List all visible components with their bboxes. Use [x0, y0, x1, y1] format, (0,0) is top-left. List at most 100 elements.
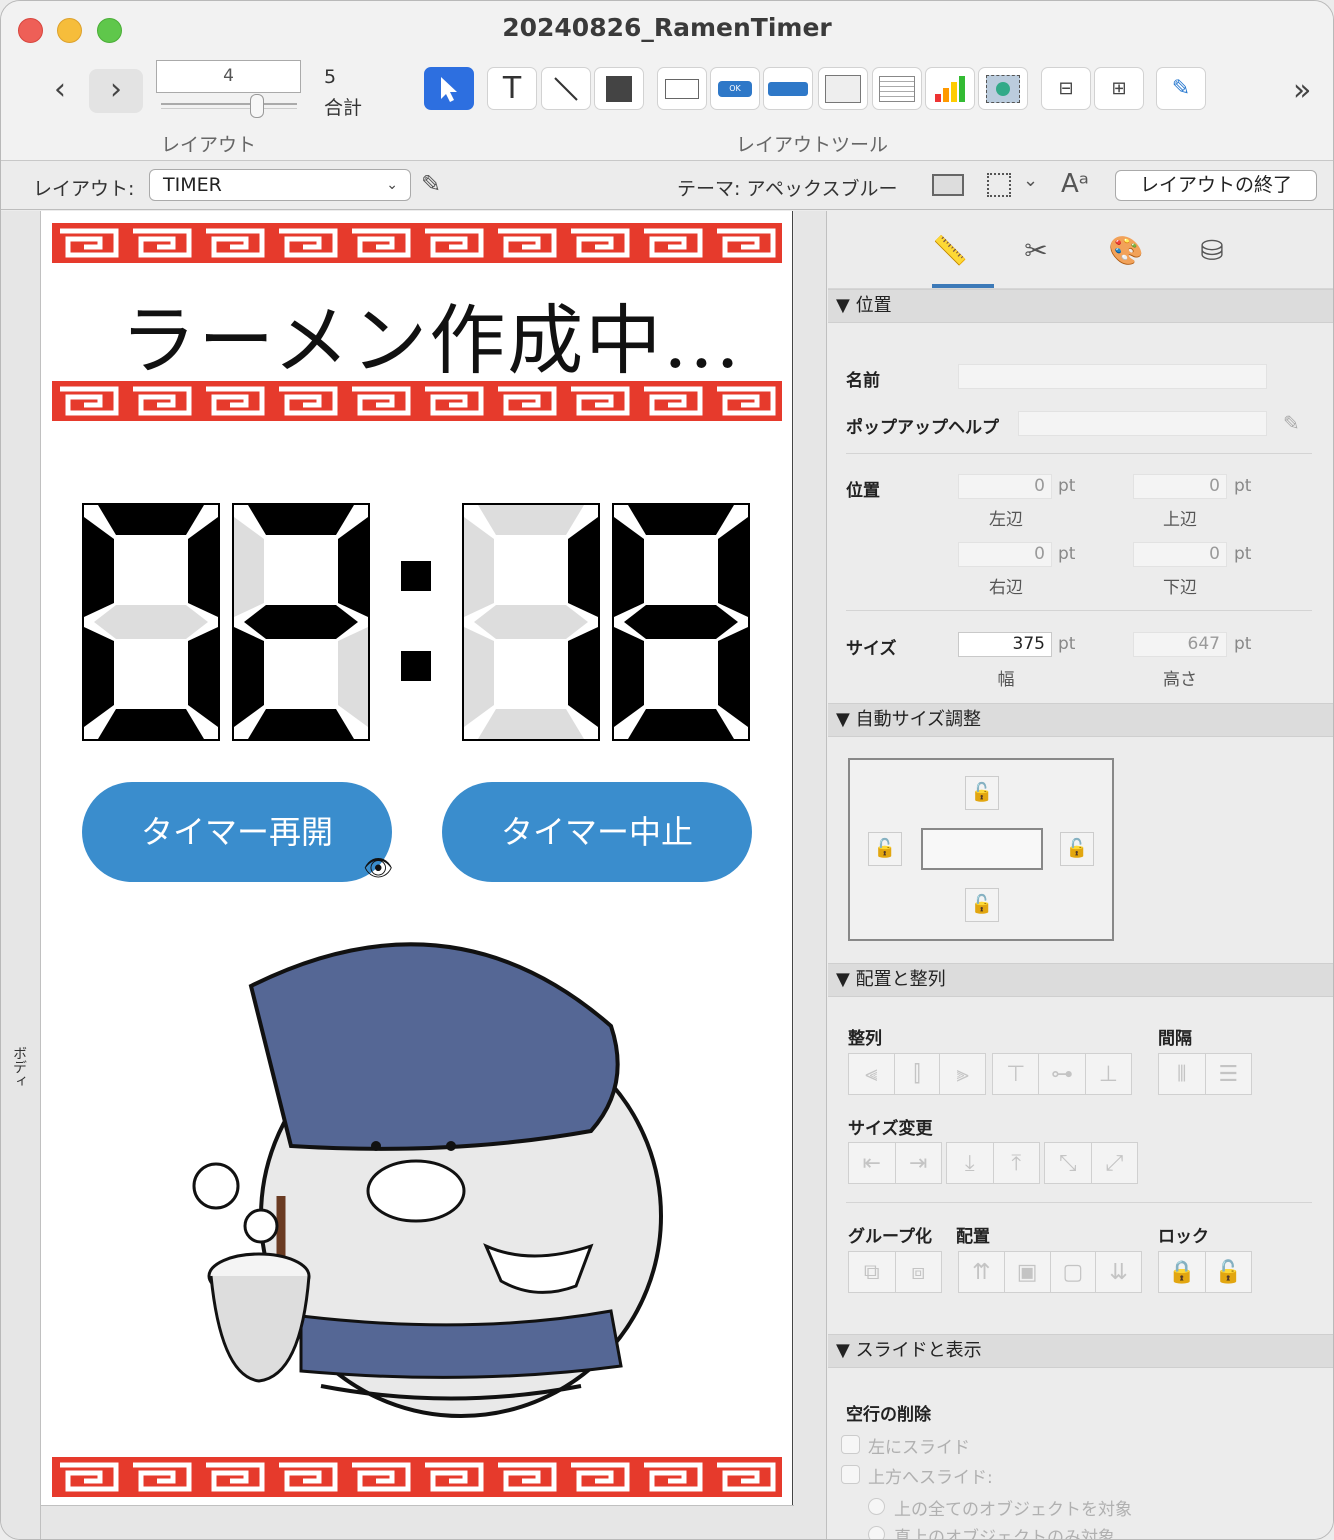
lock-icon[interactable]: 🔒: [1159, 1252, 1206, 1292]
record-number-field[interactable]: 4: [156, 60, 301, 93]
autosize-section-header[interactable]: ▼ 自動サイズ調整: [828, 703, 1333, 737]
exit-layout-button[interactable]: レイアウトの終了: [1115, 170, 1317, 201]
arrange-section-header[interactable]: ▼ 配置と整列: [828, 963, 1333, 997]
align-top-button[interactable]: ⊤: [993, 1054, 1040, 1094]
slide-all-radio[interactable]: [868, 1498, 885, 1515]
ramen-heading[interactable]: ラーメン作成中...: [91, 279, 771, 389]
resize-smallest-height-button[interactable]: ⤓: [947, 1143, 994, 1183]
height-field[interactable]: 647: [1133, 632, 1227, 657]
timer-digit-3[interactable]: [462, 503, 600, 741]
button-bar-tool[interactable]: [763, 67, 813, 110]
layout-canvas[interactable]: ラーメン作成中... タイマー再開 👁 タイマー中止: [41, 211, 793, 1505]
web-viewer-tool[interactable]: [978, 67, 1028, 110]
right-field[interactable]: 0: [958, 542, 1052, 567]
record-slider-knob[interactable]: [250, 94, 264, 118]
field-tool[interactable]: [657, 67, 707, 110]
record-slider-track[interactable]: [161, 103, 297, 109]
anchor-right-toggle[interactable]: 🔓: [1060, 832, 1094, 866]
ungroup-button[interactable]: ⧈: [896, 1252, 942, 1292]
chart-tool[interactable]: [925, 67, 975, 110]
resize-largest-width-button[interactable]: ⇥: [896, 1143, 942, 1183]
resize-smallest-button[interactable]: ⤡: [1045, 1143, 1092, 1183]
body-part-label[interactable]: ボディ: [9, 1046, 29, 1088]
pointer-icon: [441, 76, 457, 102]
shape-tool[interactable]: [594, 67, 644, 110]
layout-objects-icon[interactable]: [932, 174, 964, 196]
edit-tooltip-icon[interactable]: ✎: [1283, 411, 1300, 435]
send-to-back-button[interactable]: ⇊: [1096, 1252, 1141, 1292]
text-size-icon[interactable]: Aᵃ: [1061, 169, 1089, 199]
slide-up-checkbox[interactable]: [841, 1465, 860, 1484]
align-left-button[interactable]: ⫷: [849, 1054, 895, 1094]
text-tool[interactable]: T: [487, 67, 537, 110]
part-label-strip: ボディ: [1, 211, 41, 1539]
bring-forward-button[interactable]: ▣: [1005, 1252, 1051, 1292]
slide-section-header[interactable]: ▼ スライドと表示: [828, 1334, 1333, 1368]
bottom-meander-border: [52, 1457, 782, 1497]
insert-part-tool[interactable]: ⊞: [1094, 67, 1144, 110]
align-bottom-button[interactable]: ⊥: [1086, 1054, 1131, 1094]
resize-largest-button[interactable]: ⤢: [1092, 1143, 1138, 1183]
stop-timer-button[interactable]: タイマー中止: [442, 782, 752, 882]
top-field[interactable]: 0: [1133, 474, 1227, 499]
left-field[interactable]: 0: [958, 474, 1052, 499]
toolbar-overflow-button[interactable]: »: [1293, 73, 1311, 108]
spacing-group: ⫴ ☰: [1158, 1053, 1252, 1095]
layout-select[interactable]: TIMER ⌄: [149, 169, 411, 201]
pointer-tool[interactable]: [424, 67, 474, 110]
line-tool[interactable]: [541, 67, 591, 110]
slide-left-checkbox[interactable]: [841, 1435, 860, 1454]
resume-timer-button[interactable]: タイマー再開: [82, 782, 392, 882]
record-total-label: 合計: [324, 97, 363, 119]
distribute-horizontal-button[interactable]: ⫴: [1159, 1054, 1206, 1094]
distribute-vertical-button[interactable]: ☰: [1206, 1054, 1252, 1094]
appearance-tab[interactable]: 🎨: [1106, 231, 1146, 271]
tab-control-tool[interactable]: [818, 67, 868, 110]
button-tool[interactable]: OK: [710, 67, 760, 110]
align-middle-button[interactable]: ⊶: [1039, 1054, 1086, 1094]
unlock-icon: 🔓: [1065, 838, 1089, 859]
anchor-bottom-toggle[interactable]: 🔓: [965, 888, 999, 922]
chart-icon: [935, 75, 965, 102]
timer-colon-bottom: [401, 651, 431, 681]
window-title: 20240826_RamenTimer: [502, 13, 832, 42]
timer-digit-4[interactable]: [612, 503, 750, 741]
group-button[interactable]: ⧉: [849, 1252, 896, 1292]
object-name-field[interactable]: [958, 364, 1267, 389]
unlock-icon[interactable]: 🔓: [1206, 1252, 1252, 1292]
line-icon: [554, 76, 578, 101]
next-record-button[interactable]: ›: [89, 69, 143, 113]
position-section-header[interactable]: ▼ 位置: [828, 289, 1333, 323]
timer-digit-1[interactable]: [82, 503, 220, 741]
position-label: 位置: [846, 481, 880, 501]
format-painter-tool[interactable]: ✎: [1156, 67, 1206, 110]
tab-control-icon: [825, 74, 861, 103]
grid-guides-icon[interactable]: [987, 173, 1011, 197]
previous-record-button[interactable]: ‹: [33, 69, 87, 113]
anchor-top-toggle[interactable]: 🔓: [965, 776, 999, 810]
canvas-bottom-strip: [41, 1505, 794, 1539]
data-tab[interactable]: ⛁: [1192, 231, 1232, 271]
portal-tool[interactable]: [872, 67, 922, 110]
width-field[interactable]: 375: [958, 632, 1052, 657]
slide-direct-radio[interactable]: [868, 1526, 885, 1539]
edit-layout-icon[interactable]: ✎: [421, 170, 441, 198]
position-tab[interactable]: 📏: [930, 231, 970, 271]
bottom-caption: 下辺: [1163, 578, 1197, 598]
anchor-left-toggle[interactable]: 🔓: [868, 832, 902, 866]
grid-dropdown-chevron-icon[interactable]: ⌄: [1023, 170, 1038, 191]
insert-field-tool[interactable]: ⊟: [1041, 67, 1091, 110]
bottom-field[interactable]: 0: [1133, 542, 1227, 567]
popup-help-field[interactable]: [1018, 411, 1267, 436]
cat-ramen-illustration[interactable]: [151, 916, 751, 1426]
bring-to-front-button[interactable]: ⇈: [959, 1252, 1005, 1292]
send-backward-button[interactable]: ▢: [1051, 1252, 1097, 1292]
resize-smallest-width-button[interactable]: ⇤: [849, 1143, 896, 1183]
styles-tab[interactable]: ✂: [1016, 231, 1056, 271]
meander-pattern-middle: [52, 381, 782, 421]
timer-digit-2[interactable]: [232, 503, 370, 741]
portal-icon: [879, 75, 915, 102]
align-center-button[interactable]: ⫿: [895, 1054, 941, 1094]
resize-largest-height-button[interactable]: ⤒: [994, 1143, 1040, 1183]
align-right-button[interactable]: ⫸: [940, 1054, 985, 1094]
